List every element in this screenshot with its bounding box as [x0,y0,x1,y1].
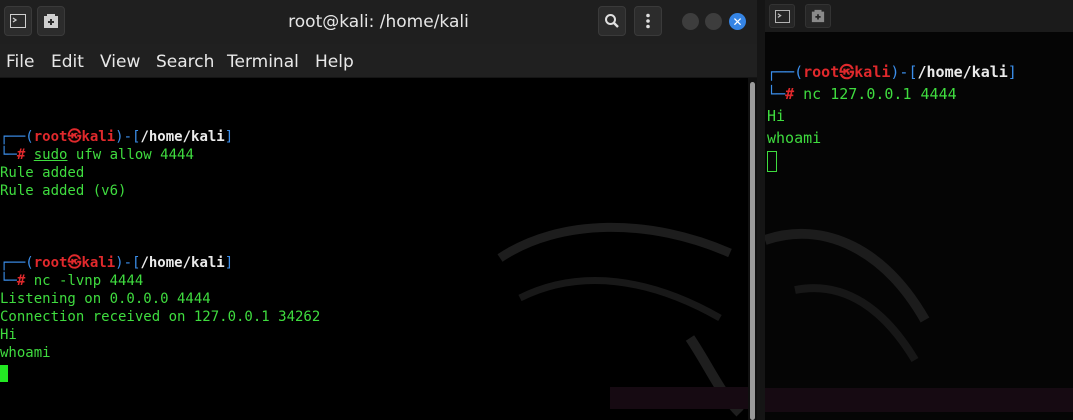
terminal-icon[interactable] [769,4,795,28]
command-sudo: sudo [33,147,68,163]
title-bar-right [765,0,1073,32]
prompt-host: kali [854,63,891,81]
prompt-line: ┌──(root㉿kali)-[/home/kali] [767,63,1017,81]
kali-dragon-watermark [497,222,748,417]
command-line-2: └─# nc -lvnp 4444 [0,273,144,289]
title-bar: root@kali: /home/kali ✕ [0,0,757,44]
menu-file[interactable]: File [6,52,34,72]
terminal-output-left[interactable]: ┌──(root㉿kali)-[/home/kali] └─# sudo ufw… [0,78,748,420]
menu-help[interactable]: Help [315,52,354,72]
minimize-icon[interactable] [682,13,699,30]
menu-search[interactable]: Search [156,52,214,72]
maximize-icon[interactable] [705,13,722,30]
command-line: └─# nc 127.0.0.1 4444 [767,85,957,103]
command-text: nc 127.0.0.1 4444 [803,85,957,103]
prompt-user: root [33,255,68,271]
text-cursor [767,151,777,172]
skull-icon: ㉿ [67,129,82,145]
skull-icon: ㉿ [839,63,855,81]
command-text: ufw allow 4444 [67,147,194,163]
scrollbar[interactable] [748,78,757,420]
skull-icon: ㉿ [67,255,82,271]
output-line: Hi [0,327,17,343]
prompt-user: root [33,129,68,145]
scrollbar-thumb[interactable] [750,82,755,420]
output-line: Listening on 0.0.0.0 4444 [0,291,211,307]
terminal-window-right: ┌──(root㉿kali)-[/home/kali] └─# nc 127.0… [765,0,1073,420]
kebab-menu-icon[interactable] [634,6,662,36]
prompt-path: /home/kali [140,129,225,145]
text-cursor [0,365,8,382]
command-text: nc -lvnp 4444 [33,273,144,289]
terminal-window-left: root@kali: /home/kali ✕ File Edit View S… [0,0,757,420]
output-line: Rule added (v6) [0,183,127,199]
prompt-user: root [803,63,840,81]
output-line: Connection received on 127.0.0.1 34262 [0,309,321,325]
prompt-host: kali [81,255,116,271]
prompt-line-1: ┌──(root㉿kali)-[/home/kali] [0,129,234,145]
prompt-host: kali [81,129,116,145]
output-line: whoami [767,129,822,147]
new-tab-icon[interactable] [805,4,831,28]
window-divider [757,0,765,420]
output-line: whoami [0,345,51,361]
output-line: Rule added [0,165,85,181]
search-icon[interactable] [598,6,626,36]
menu-view[interactable]: View [100,52,140,72]
output-line: Hi [767,107,786,125]
close-icon[interactable]: ✕ [729,13,746,30]
menu-terminal[interactable]: Terminal [227,52,299,72]
menu-edit[interactable]: Edit [51,52,84,72]
prompt-path: /home/kali [140,255,225,271]
menu-bar: File Edit View Search Terminal Help [0,44,757,78]
command-line-1: └─# sudo ufw allow 4444 [0,147,194,163]
prompt-path: /home/kali [917,63,1008,81]
kali-dragon-watermark [765,228,1073,412]
prompt-line-2: ┌──(root㉿kali)-[/home/kali] [0,255,234,271]
